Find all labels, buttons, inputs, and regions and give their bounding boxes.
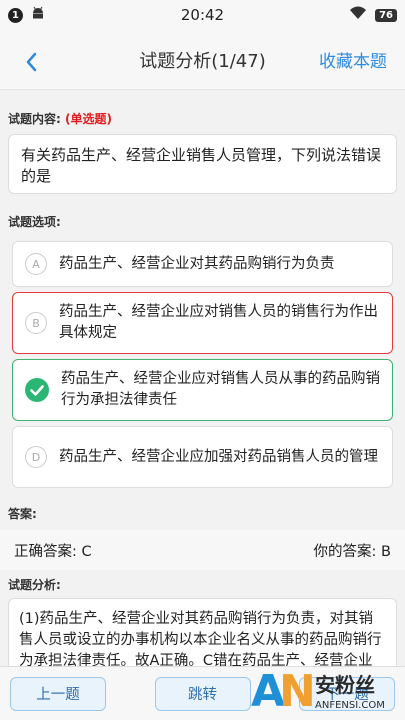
answer-row: 正确答案: C 你的答案: B: [0, 530, 405, 570]
android-icon: [31, 6, 45, 24]
options-label: 试题选项:: [8, 215, 61, 229]
correct-answer: 正确答案: C: [14, 543, 92, 560]
option-b[interactable]: B 药品生产、经营企业应对销售人员的销售行为作出具体规定: [12, 292, 393, 354]
question-label-row: 试题内容: (单选题): [0, 110, 112, 127]
option-letter-icon: A: [25, 253, 47, 275]
question-label: 试题内容:: [8, 112, 61, 126]
svg-text:ANFENSI.COM: ANFENSI.COM: [315, 700, 385, 711]
option-d[interactable]: D 药品生产、经营企业应加强对药品销售人员的管理: [12, 426, 393, 488]
question-type-tag: (单选题): [65, 112, 112, 126]
status-bar: 1 20:42 76: [0, 0, 405, 30]
watermark-logo: A N 安粉丝 ANFENSI.COM: [249, 662, 399, 717]
option-letter-icon: B: [25, 312, 47, 334]
your-answer: 你的答案: B: [313, 543, 391, 560]
analysis-label: 试题分析:: [8, 578, 61, 592]
check-circle-icon: [25, 378, 49, 402]
option-text: 药品生产、经营企业应对销售人员从事的药品购销行为承担法律责任: [61, 371, 380, 408]
question-text: 有关药品生产、经营企业销售人员管理，下列说法错误的是: [21, 146, 382, 185]
question-card: 有关药品生产、经营企业销售人员管理，下列说法错误的是: [8, 134, 397, 194]
analysis-text: (1)药品生产、经营企业对其药品购销行为负责，对其销售人员或设立的办事机构以本企…: [19, 611, 382, 669]
option-letter-icon: D: [25, 446, 47, 468]
option-text: 药品生产、经营企业应加强对药品销售人员的管理: [59, 448, 378, 465]
wifi-icon: [349, 6, 367, 24]
header-bar: 试题分析(1/47) 收藏本题: [0, 30, 405, 90]
battery-icon: 76: [375, 8, 397, 22]
jump-button[interactable]: 跳转: [154, 676, 251, 711]
notification-count-icon: 1: [8, 7, 23, 23]
option-text: 药品生产、经营企业应对销售人员的销售行为作出具体规定: [59, 304, 378, 341]
favorite-button[interactable]: 收藏本题: [319, 47, 387, 72]
svg-text:安粉丝: 安粉丝: [315, 673, 375, 697]
svg-text:N: N: [279, 666, 316, 716]
option-c[interactable]: 药品生产、经营企业应对销售人员从事的药品购销行为承担法律责任: [12, 359, 393, 421]
status-time: 20:42: [180, 6, 225, 24]
answer-label: 答案:: [8, 507, 37, 521]
option-a[interactable]: A 药品生产、经营企业对其药品购销行为负责: [12, 241, 393, 287]
option-text: 药品生产、经营企业对其药品购销行为负责: [59, 255, 335, 272]
prev-question-button[interactable]: 上一题: [10, 676, 106, 711]
